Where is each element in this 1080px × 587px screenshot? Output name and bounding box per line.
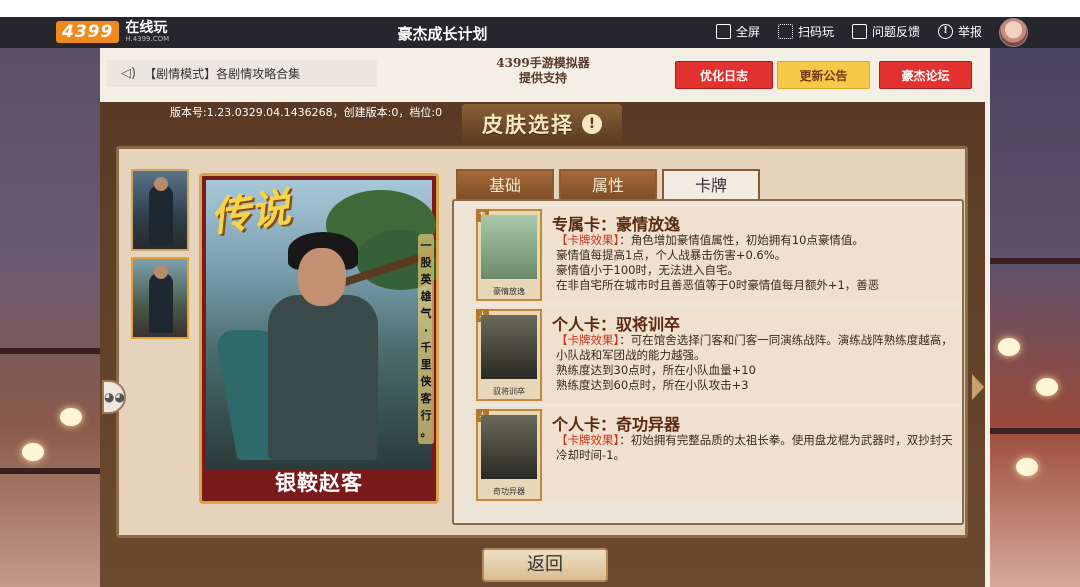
feedback-button[interactable]: 问题反馈 xyxy=(851,23,920,40)
qrcode-button[interactable]: 扫码玩 xyxy=(777,23,834,40)
card-entry: 人 奇功异器 个人卡：奇功异器 【卡牌效果】：初始拥有完整品质的太祖长拳。使用盘… xyxy=(472,407,962,503)
card-list[interactable]: 专 豪情放逸 专属卡：豪情放逸 【卡牌效果】：角色增加豪情值属性，初始拥有10点… xyxy=(452,199,964,525)
site-header: 4399 在线玩 H.4399.COM 豪杰成长计划 全屏 扫码玩 问题反馈 !… xyxy=(0,17,1080,48)
header-actions: 全屏 扫码玩 问题反馈 ! 举报 xyxy=(715,23,982,40)
feedback-icon xyxy=(851,24,867,39)
notice-text: 【剧情模式】各剧情攻略合集 xyxy=(144,67,301,81)
update-notice-button[interactable]: 更新公告 xyxy=(777,61,870,89)
scroll-right-icon[interactable] xyxy=(972,374,984,400)
card-title: 个人卡：驭将训卒 xyxy=(552,315,681,334)
info-icon[interactable]: ! xyxy=(582,114,602,134)
top-strip xyxy=(0,0,1080,17)
emulator-support-badge: 4399手游模拟器 提供支持 xyxy=(496,56,590,85)
card-motto: 一 股 英 雄 气 · 千 里 侠 客 行 。 xyxy=(418,234,434,444)
game-container: ◁) 【剧情模式】各剧情攻略合集 4399手游模拟器 提供支持 优化日志 更新公… xyxy=(100,48,990,587)
version-text: 版本号:1.23.0329.04.1436268，创建版本:0，档位:0 xyxy=(170,106,443,119)
skin-thumb-2[interactable] xyxy=(131,257,189,339)
notice-bar[interactable]: ◁) 【剧情模式】各剧情攻略合集 xyxy=(107,60,377,87)
card-entry: 专 豪情放逸 专属卡：豪情放逸 【卡牌效果】：角色增加豪情值属性，初始拥有10点… xyxy=(472,207,962,303)
fullscreen-icon xyxy=(715,24,731,39)
panel-title: 皮肤选择 ! xyxy=(462,104,622,144)
speaker-icon: ◁) xyxy=(121,66,137,81)
skin-name: 银鞍赵客 xyxy=(275,471,363,495)
qrcode-icon xyxy=(777,24,793,39)
card-thumbnail[interactable]: 专 豪情放逸 xyxy=(476,209,542,301)
left-background xyxy=(0,48,100,587)
skin-content: 传说 一 股 英 雄 气 · 千 里 侠 客 行 。 银鞍赵客 基础 属性 卡牌… xyxy=(116,146,968,538)
fullscreen-button[interactable]: 全屏 xyxy=(715,23,760,40)
card-description: 【卡牌效果】：可在馆舍选择门客和门客一同演练战阵。演练战阵熟练度越高，小队战和军… xyxy=(556,333,953,392)
optimize-log-button[interactable]: 优化日志 xyxy=(675,61,773,89)
skin-panel: 版本号:1.23.0329.04.1436268，创建版本:0，档位:0 皮肤选… xyxy=(100,102,985,587)
skin-card: 传说 一 股 英 雄 气 · 千 里 侠 客 行 。 银鞍赵客 xyxy=(199,173,439,504)
rarity-label: 传说 xyxy=(207,183,294,242)
right-background xyxy=(986,48,1080,587)
card-thumbnail[interactable]: 人 驭将训卒 xyxy=(476,309,542,401)
avatar[interactable] xyxy=(999,18,1028,47)
tab-basic[interactable]: 基础 xyxy=(456,169,554,201)
tab-cards[interactable]: 卡牌 xyxy=(662,169,760,201)
report-button[interactable]: ! 举报 xyxy=(937,23,982,40)
skin-thumb-1[interactable] xyxy=(131,169,189,251)
report-icon: ! xyxy=(937,24,953,39)
back-button[interactable]: 返回 xyxy=(482,548,608,582)
card-entry: 人 驭将训卒 个人卡：驭将训卒 【卡牌效果】：可在馆舍选择门客和门客一同演练战阵… xyxy=(472,307,962,403)
tab-attributes[interactable]: 属性 xyxy=(559,169,657,201)
forum-button[interactable]: 豪杰论坛 xyxy=(879,61,972,89)
card-thumbnail[interactable]: 人 奇功异器 xyxy=(476,409,542,501)
card-description: 【卡牌效果】：角色增加豪情值属性，初始拥有10点豪情值。 豪情值每提高1点，个人… xyxy=(556,233,880,292)
card-title: 个人卡：奇功异器 xyxy=(552,415,681,434)
card-title: 专属卡：豪情放逸 xyxy=(552,215,681,234)
card-description: 【卡牌效果】：初始拥有完整品质的太祖长拳。使用盘龙棍为武器时，双抄封天冷却时间-… xyxy=(556,433,953,462)
